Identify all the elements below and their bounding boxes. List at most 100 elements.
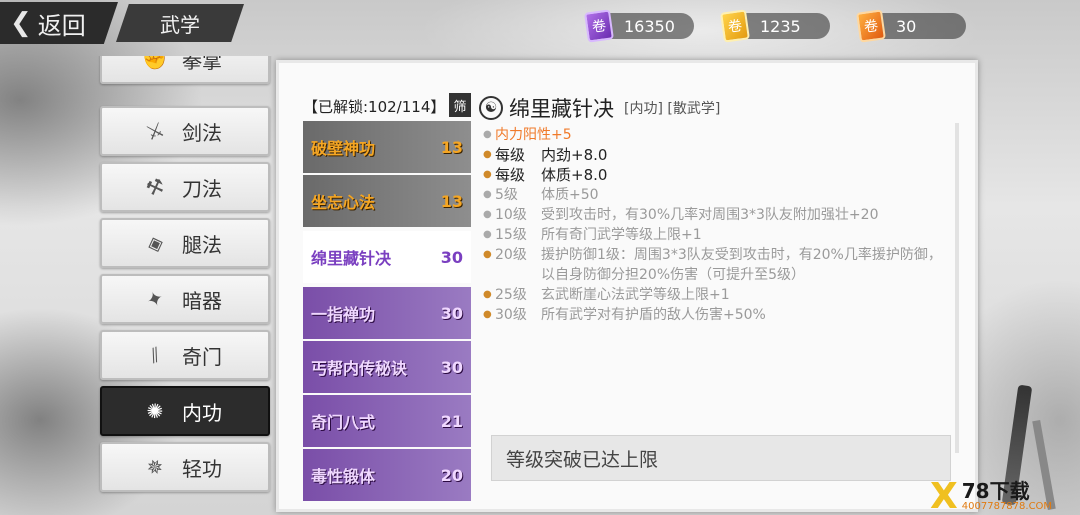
effect-row: ● 每级 内劲+8.0 (483, 145, 953, 165)
skill-name: 毒性锻体 (311, 467, 376, 486)
tab-blade[interactable]: ⚒ 刀法 (100, 162, 270, 212)
effect-text: 玄武断崖心法武学等级上限+1 (541, 287, 730, 303)
effect-text: 体质+8.0 (541, 166, 608, 184)
bullet-icon: ● (483, 129, 492, 140)
staff-icon: ⫽ (146, 342, 164, 368)
skill-level: 21 (440, 411, 463, 431)
back-label: 返回 (37, 11, 86, 40)
sword-icon: ⚔ (142, 116, 168, 146)
bullet-icon: ● (483, 249, 492, 260)
orange-scroll-icon: 卷 (856, 9, 886, 43)
page-title: 武学 (116, 4, 244, 42)
effect-list: ● 内力阳性+5 ● 每级 内劲+8.0 ● 每级 体质+8.0 ● 5级 体质… (483, 125, 953, 395)
skill-detail-name: 绵里藏针决 (509, 97, 614, 121)
skill-level: 30 (440, 303, 463, 323)
tab-qinggong[interactable]: ✵ 轻功 (100, 442, 270, 492)
shuriken-icon: ✦ (143, 284, 167, 314)
effect-row: ● 10级 受到攻击时，有30%几率对周围3*3队友附加强壮+20 (483, 205, 953, 225)
effect-text: 体质+50 (541, 187, 599, 203)
tab-label: 暗器 (182, 288, 222, 313)
bullet-icon: ● (483, 309, 492, 320)
effect-row: ● 30级 所有武学对有护盾的敌人伤害+50% (483, 305, 953, 325)
effect-text: 所有奇门武学等级上限+1 (541, 227, 702, 243)
tab-fist[interactable]: ✊ 拳掌 (100, 56, 270, 84)
skill-name: 一指禅功 (311, 305, 376, 324)
gold-scroll-icon: 卷 (720, 9, 750, 43)
bullet-icon: ● (483, 289, 492, 300)
currency-orange[interactable]: 卷 30 (856, 9, 966, 43)
bullet-icon: ● (483, 189, 492, 200)
bullet-icon: ● (483, 149, 492, 160)
list-item[interactable]: 丐帮内传秘诀 30 (303, 341, 471, 393)
currency-purple[interactable]: 卷 16350 (584, 9, 694, 43)
purple-scroll-icon: 卷 (584, 9, 614, 43)
watermark-text: 78下载 4007787878.COM (962, 481, 1052, 512)
skill-level: 13 (440, 191, 463, 211)
skill-level: 30 (440, 247, 463, 267)
watermark-sub: 4007787878.COM (961, 501, 1053, 512)
list-item-selected[interactable]: 绵里藏针决 30 (303, 231, 471, 283)
list-item[interactable]: 奇门八式 21 (303, 395, 471, 447)
watermark-main: 78下载 (961, 479, 1030, 503)
effect-level: 每级 (495, 166, 526, 184)
filter-button[interactable]: 筛 (449, 93, 471, 117)
fist-icon: ✊ (139, 56, 171, 75)
effects-scrollbar[interactable] (955, 123, 959, 453)
skill-name: 破壁神功 (311, 139, 376, 158)
blade-icon: ⚒ (142, 172, 168, 202)
yin-yang-icon: ☯ (479, 96, 503, 120)
effect-level: 5级 (495, 187, 518, 203)
effect-level: 15级 (495, 227, 527, 243)
list-item[interactable]: 一指禅功 30 (303, 287, 471, 339)
skill-name: 奇门八式 (311, 413, 376, 432)
bullet-icon: ● (483, 209, 492, 220)
tab-sword[interactable]: ⚔ 剑法 (100, 106, 270, 156)
tab-label: 内功 (182, 400, 222, 425)
effect-row: ● 25级 玄武断崖心法武学等级上限+1 (483, 285, 953, 305)
skill-name: 坐忘心法 (311, 193, 376, 212)
list-item[interactable]: 坐忘心法 13 (303, 175, 471, 227)
kick-icon: ◈ (143, 229, 167, 257)
tab-label: 刀法 (182, 176, 222, 201)
effect-level: 20级 (495, 247, 527, 263)
tab-hidden-weapon[interactable]: ✦ 暗器 (100, 274, 270, 324)
skill-name: 绵里藏针决 (311, 249, 392, 268)
tab-label: 奇门 (182, 344, 222, 369)
bullet-icon: ● (483, 229, 492, 240)
tab-kick[interactable]: ◈ 腿法 (100, 218, 270, 268)
skill-panel: 【已解锁:102/114】 筛 破壁神功 13 坐忘心法 13 绵里藏针决 30… (276, 60, 978, 512)
list-item[interactable]: 破壁神功 13 (303, 121, 471, 173)
skill-level: 13 (440, 137, 463, 157)
skill-tags: [内功] [散武学] (624, 101, 721, 117)
meditation-icon: ✺ (143, 396, 167, 426)
tab-label: 轻功 (182, 456, 222, 481)
skill-level: 30 (440, 357, 463, 377)
skill-detail-header: ☯ 绵里藏针决 [内功] [散武学] (479, 93, 720, 123)
bullet-icon: ● (483, 169, 492, 180)
effect-row: ● 内力阳性+5 (483, 125, 953, 145)
tab-qimen[interactable]: ⫽ 奇门 (100, 330, 270, 380)
skill-level: 20 (440, 465, 463, 485)
chevron-left-icon: ❮ (10, 8, 32, 38)
effect-row: ● 20级 援护防御1级：周围3*3队友受到攻击时，有20%几率援护防御，以自身… (483, 245, 953, 285)
effect-text: 所有武学对有护盾的敌人伤害+50% (541, 307, 766, 323)
skill-list: 破壁神功 13 坐忘心法 13 绵里藏针决 30 一指禅功 30 丐帮内传秘诀 … (303, 121, 475, 515)
break-status: 等级突破已达上限 (491, 435, 951, 481)
back-button[interactable]: ❮ 返回 (0, 2, 118, 44)
tab-label: 腿法 (182, 232, 222, 257)
skill-name: 丐帮内传秘诀 (311, 359, 408, 378)
effect-text: 受到攻击时，有30%几率对周围3*3队友附加强壮+20 (541, 207, 879, 223)
currency-gold[interactable]: 卷 1235 (720, 9, 830, 43)
effect-level: 25级 (495, 287, 527, 303)
tab-label: 剑法 (182, 120, 222, 145)
category-tabs: ✊ 拳掌 ⚔ 剑法 ⚒ 刀法 ◈ 腿法 ✦ 暗器 ⫽ 奇门 ✺ 内功 ✵ 轻功 (88, 56, 274, 515)
site-watermark: X 78下载 4007787878.COM (930, 478, 1080, 515)
effect-level: 10级 (495, 207, 527, 223)
effect-level: 30级 (495, 307, 527, 323)
list-item[interactable]: 毒性锻体 20 (303, 449, 471, 501)
effect-text: 援护防御1级：周围3*3队友受到攻击时，有20%几率援护防御，以自身防御分担20… (541, 247, 942, 283)
effect-text: 内力阳性+5 (495, 127, 572, 143)
top-bar: ❮ 返回 武学 卷 16350 卷 1235 卷 30 (0, 0, 1080, 50)
watermark-logo: X (930, 475, 958, 515)
tab-neigong[interactable]: ✺ 内功 (100, 386, 270, 436)
